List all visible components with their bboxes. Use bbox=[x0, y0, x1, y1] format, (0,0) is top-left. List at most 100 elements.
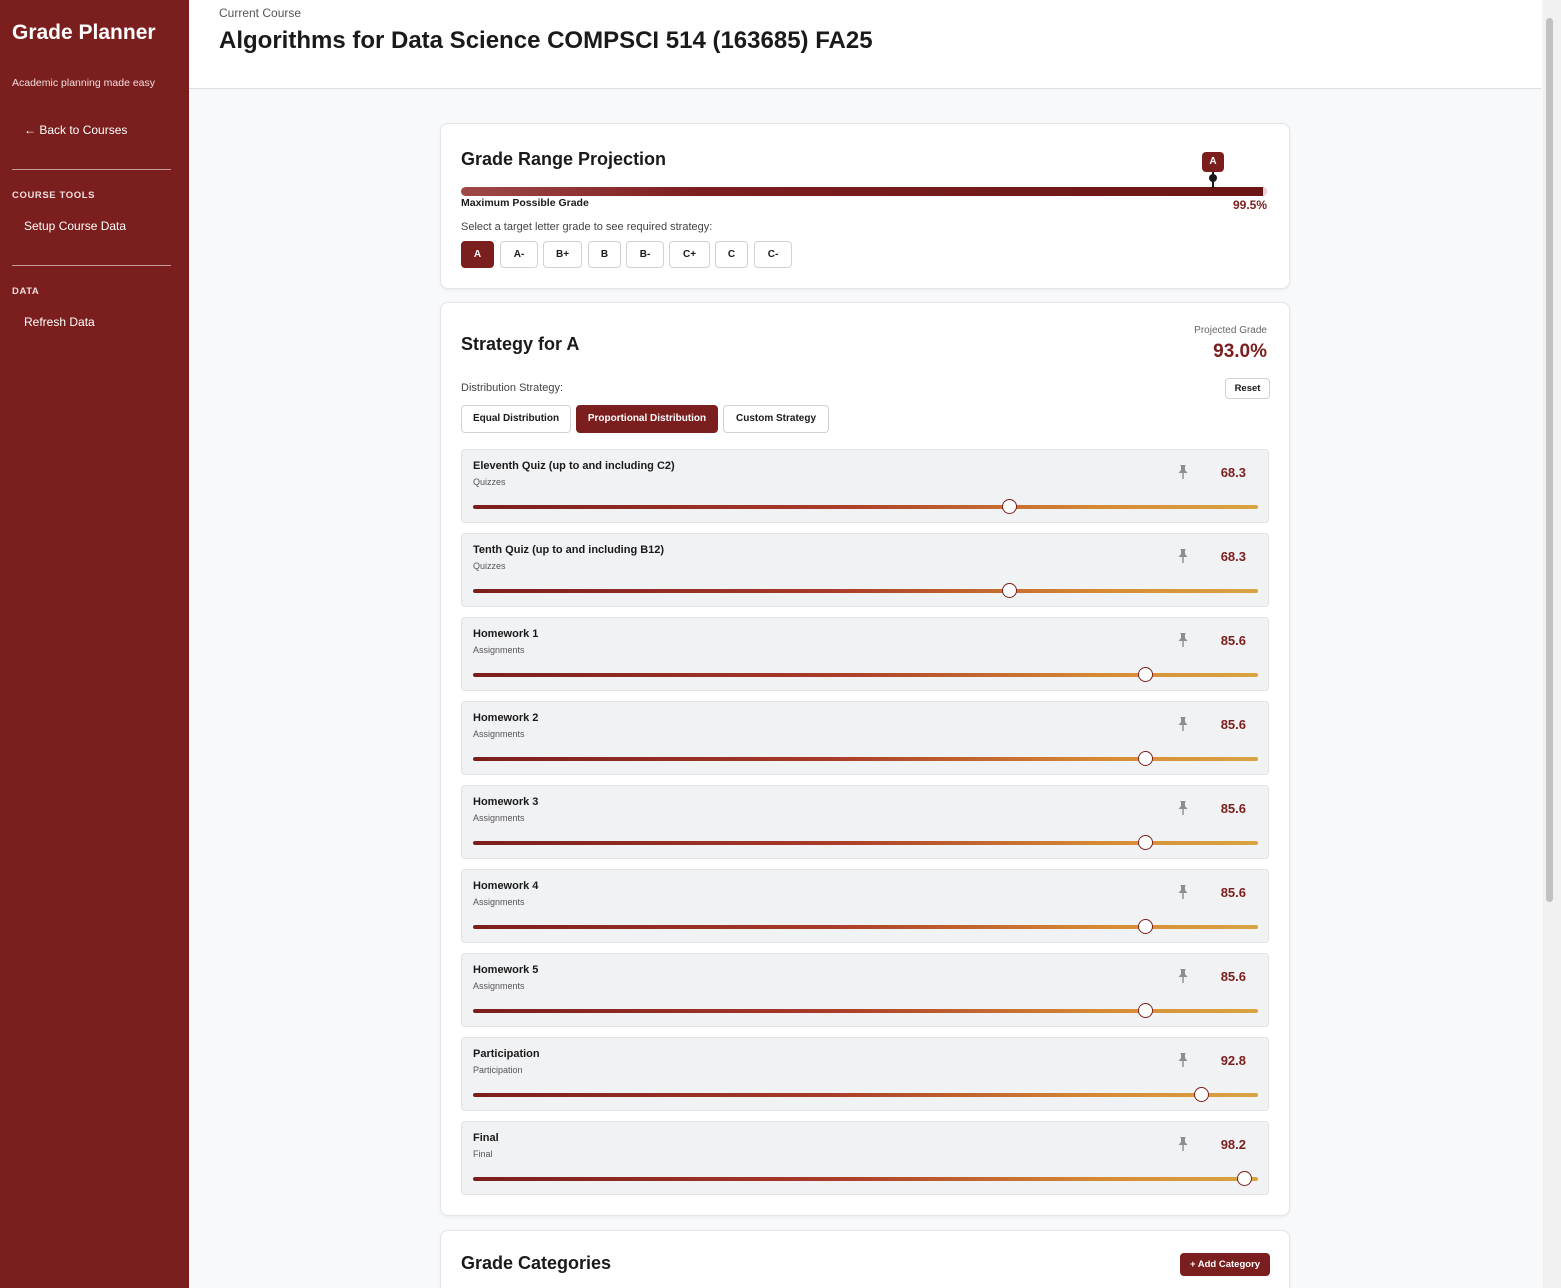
assessment-item: Tenth Quiz (up to and including B12) Quiz… bbox=[461, 533, 1269, 607]
score-slider-thumb[interactable] bbox=[1002, 583, 1018, 598]
pin-icon[interactable] bbox=[1176, 464, 1190, 480]
score-slider-thumb[interactable] bbox=[1137, 751, 1153, 766]
assessment-name: Final bbox=[473, 1132, 499, 1144]
score-slider[interactable] bbox=[473, 667, 1258, 682]
strategy-title: Strategy for A bbox=[461, 334, 580, 354]
assessment-category: Assignments bbox=[473, 897, 525, 907]
score-slider[interactable] bbox=[473, 1087, 1258, 1102]
add-category-button[interactable]: + Add Category bbox=[1180, 1253, 1270, 1276]
assessment-category: Quizzes bbox=[473, 477, 506, 487]
grade-button-c-plus[interactable]: C+ bbox=[669, 241, 710, 268]
projection-title: Grade Range Projection bbox=[461, 149, 667, 169]
grade-categories-card: Grade Categories + Add Category bbox=[440, 1230, 1290, 1288]
proportional-distribution-button[interactable]: Proportional Distribution bbox=[576, 405, 718, 433]
assessment-name: Homework 1 bbox=[473, 628, 539, 640]
sidebar-item-setup-course-data[interactable]: Setup Course Data bbox=[24, 219, 126, 233]
assessment-score: 85.6 bbox=[1220, 885, 1246, 900]
assessment-category: Participation bbox=[473, 1065, 523, 1075]
assessment-name: Homework 3 bbox=[473, 796, 539, 808]
assessment-item: Participation Participation 92.8 bbox=[461, 1037, 1269, 1111]
pin-icon[interactable] bbox=[1176, 716, 1190, 732]
assessment-category: Assignments bbox=[473, 645, 525, 655]
current-course-label: Current Course bbox=[219, 6, 302, 20]
assessment-category: Assignments bbox=[473, 981, 525, 991]
reset-button[interactable]: Reset bbox=[1225, 378, 1270, 399]
assessment-name: Participation bbox=[473, 1048, 540, 1060]
pin-icon[interactable] bbox=[1176, 548, 1190, 564]
pin-icon[interactable] bbox=[1176, 884, 1190, 900]
course-header: Current Course Algorithms for Data Scien… bbox=[189, 0, 1541, 89]
score-slider-thumb[interactable] bbox=[1137, 667, 1153, 682]
assessment-name: Tenth Quiz (up to and including B12) bbox=[473, 544, 665, 556]
max-grade-value: 99.5% bbox=[1232, 198, 1267, 212]
score-slider-thumb[interactable] bbox=[1194, 1087, 1210, 1102]
sidebar-item-refresh-data[interactable]: Refresh Data bbox=[24, 315, 95, 329]
assessment-name: Homework 4 bbox=[473, 880, 539, 892]
assessment-score: 85.6 bbox=[1220, 969, 1246, 984]
assessment-score: 68.3 bbox=[1220, 465, 1246, 480]
assessment-score: 85.6 bbox=[1220, 801, 1246, 816]
pin-icon[interactable] bbox=[1176, 632, 1190, 648]
score-slider-thumb[interactable] bbox=[1236, 1171, 1252, 1186]
assessment-score: 68.3 bbox=[1220, 549, 1246, 564]
grade-button-a-minus[interactable]: A- bbox=[500, 241, 538, 268]
assessment-item: Final Final 98.2 bbox=[461, 1121, 1269, 1195]
pin-icon[interactable] bbox=[1176, 1136, 1190, 1152]
assessment-item: Homework 3 Assignments 85.6 bbox=[461, 785, 1269, 859]
app-tagline: Academic planning made easy bbox=[12, 77, 156, 89]
assessment-category: Quizzes bbox=[473, 561, 506, 571]
scrollbar-thumb[interactable] bbox=[1546, 18, 1553, 902]
grade-button-b[interactable]: B bbox=[588, 241, 621, 268]
score-slider[interactable] bbox=[473, 499, 1258, 514]
max-grade-label: Maximum Possible Grade bbox=[461, 197, 589, 209]
assessment-category: Assignments bbox=[473, 813, 525, 823]
assessment-score: 92.8 bbox=[1220, 1053, 1246, 1068]
grade-marker-dot bbox=[1209, 174, 1217, 182]
pin-icon[interactable] bbox=[1176, 800, 1190, 816]
assessment-item: Homework 4 Assignments 85.6 bbox=[461, 869, 1269, 943]
distribution-strategy-label: Distribution Strategy: bbox=[461, 382, 564, 394]
max-grade-bar bbox=[461, 187, 1267, 196]
grade-button-b-plus[interactable]: B+ bbox=[543, 241, 582, 268]
grade-button-b-minus[interactable]: B- bbox=[626, 241, 664, 268]
assessment-name: Eleventh Quiz (up to and including C2) bbox=[473, 460, 675, 472]
score-slider[interactable] bbox=[473, 1003, 1258, 1018]
score-slider[interactable] bbox=[473, 1171, 1258, 1186]
equal-distribution-button[interactable]: Equal Distribution bbox=[461, 405, 571, 433]
projected-grade-value: 93.0% bbox=[1213, 341, 1267, 362]
assessment-score: 85.6 bbox=[1220, 717, 1246, 732]
pin-icon[interactable] bbox=[1176, 1052, 1190, 1068]
page-scrollbar[interactable] bbox=[1543, 0, 1561, 1288]
score-slider-thumb[interactable] bbox=[1137, 835, 1153, 850]
sidebar-section-course-tools: COURSE TOOLS bbox=[12, 190, 96, 201]
score-slider-thumb[interactable] bbox=[1002, 499, 1018, 514]
score-slider[interactable] bbox=[473, 835, 1258, 850]
grade-button-c[interactable]: C bbox=[715, 241, 748, 268]
strategy-card: Strategy for A Projected Grade 93.0% Dis… bbox=[440, 302, 1290, 1216]
sidebar-section-data: DATA bbox=[12, 286, 40, 297]
score-slider-thumb[interactable] bbox=[1137, 919, 1153, 934]
score-slider[interactable] bbox=[473, 919, 1258, 934]
assessment-item: Homework 2 Assignments 85.6 bbox=[461, 701, 1269, 775]
score-slider-thumb[interactable] bbox=[1137, 1003, 1153, 1018]
pin-icon[interactable] bbox=[1176, 968, 1190, 984]
back-to-courses-link[interactable]: ← Back to Courses bbox=[24, 123, 127, 137]
sidebar-divider bbox=[12, 169, 171, 170]
grade-categories-title: Grade Categories bbox=[461, 1253, 612, 1273]
custom-strategy-button[interactable]: Custom Strategy bbox=[723, 405, 829, 433]
target-grade-hint: Select a target letter grade to see requ… bbox=[461, 221, 713, 233]
grade-button-c-minus[interactable]: C- bbox=[754, 241, 792, 268]
assessment-name: Homework 5 bbox=[473, 964, 539, 976]
assessment-category: Final bbox=[473, 1149, 493, 1159]
assessment-score: 85.6 bbox=[1220, 633, 1246, 648]
assessment-name: Homework 2 bbox=[473, 712, 539, 724]
score-slider[interactable] bbox=[473, 583, 1258, 598]
assessment-item: Homework 5 Assignments 85.6 bbox=[461, 953, 1269, 1027]
page-title: Algorithms for Data Science COMPSCI 514 … bbox=[219, 27, 873, 54]
grade-marker-badge: A bbox=[1202, 152, 1224, 172]
assessment-item: Homework 1 Assignments 85.6 bbox=[461, 617, 1269, 691]
projected-grade-label: Projected Grade bbox=[1194, 325, 1267, 336]
grade-button-a[interactable]: A bbox=[461, 241, 494, 268]
sidebar: Grade Planner Academic planning made eas… bbox=[0, 0, 189, 1288]
score-slider[interactable] bbox=[473, 751, 1258, 766]
